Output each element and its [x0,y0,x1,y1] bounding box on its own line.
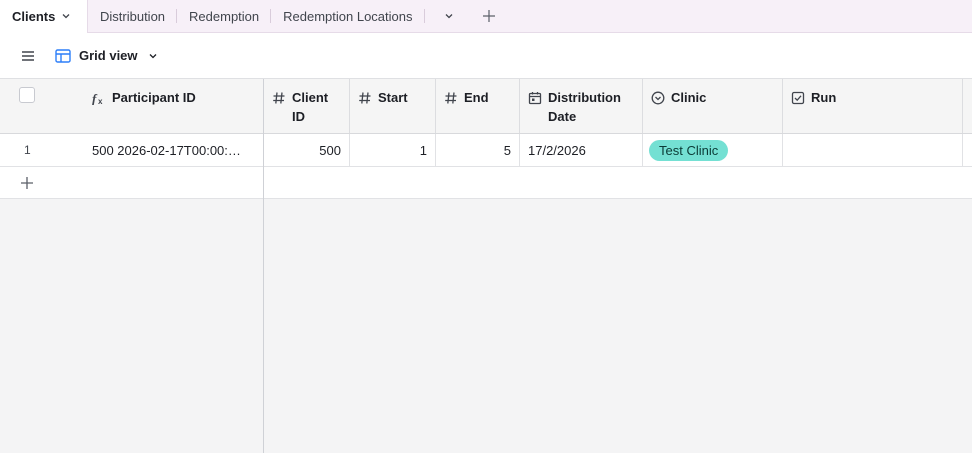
add-field-cell[interactable] [963,79,972,133]
tab-clients[interactable]: Clients [0,0,88,33]
more-tables-chevron-icon[interactable] [433,0,465,32]
clinic-tag: Test Clinic [649,139,729,161]
column-label: Client ID [292,90,329,124]
tab-redemption-locations[interactable]: Redemption Locations [271,0,425,32]
cell-clinic[interactable]: Test Clinic [643,134,783,166]
cell-client-id[interactable]: 500 [264,134,350,166]
chevron-down-icon [148,51,158,61]
column-label: Participant ID [112,90,196,105]
number-icon [358,91,372,105]
cell-value: 5 [503,142,511,158]
view-name: Grid view [79,48,138,63]
table-row[interactable]: 1 500 2026-02-17T00:00:… 500 1 5 17/2/20… [0,134,972,167]
column-header-distribution-date[interactable]: Distribution Date [520,79,643,133]
cell-value: 17/2/2026 [528,142,586,158]
column-header-client-id[interactable]: Client ID [264,79,350,133]
row-number: 1 [24,143,31,157]
cell-value: 500 [319,142,341,158]
records-grid: fx Participant ID Client ID Start End Di… [0,78,972,453]
tab-label: Redemption Locations [283,8,413,24]
frozen-column-divider[interactable] [263,79,264,453]
select-all-checkbox[interactable] [19,87,35,103]
svg-text:x: x [98,97,103,105]
chevron-down-icon[interactable] [61,9,71,24]
calendar-icon [528,91,542,105]
add-record-row [0,167,972,199]
column-label: Distribution Date [548,90,621,124]
table-tab-bar: Clients Distribution Redemption Redempti… [0,0,972,33]
tab-distribution[interactable]: Distribution [88,0,178,32]
cell-distribution-date[interactable]: 17/2/2026 [520,134,643,166]
row-number-cell: 1 [0,134,84,166]
column-header-participant-id[interactable]: fx Participant ID [84,79,264,133]
select-all-cell [0,79,84,133]
cell-value: 500 2026-02-17T00:00:… [92,142,241,158]
formula-icon: fx [92,91,106,105]
column-header-run[interactable]: Run [783,79,963,133]
tab-label: Distribution [100,8,166,24]
cell-run[interactable] [783,134,963,166]
add-table-plus-icon[interactable] [473,0,505,32]
grid-view-icon [55,48,71,63]
view-switcher-button[interactable]: Grid view [55,48,158,63]
tab-redemption[interactable]: Redemption [177,0,272,32]
cell-participant-id[interactable]: 500 2026-02-17T00:00:… [84,134,264,166]
column-label: Run [811,90,837,105]
cell-end[interactable]: 5 [436,134,520,166]
add-record-plus-icon[interactable] [19,175,35,191]
column-label: End [464,90,489,105]
tab-label: Redemption [189,8,260,24]
checkbox-icon [791,91,805,105]
single-select-icon [651,91,665,105]
grid-header-row: fx Participant ID Client ID Start End Di… [0,79,972,134]
view-toolbar: Grid view [0,33,972,78]
tab-label: Clients [12,9,56,24]
column-label: Start [378,90,408,105]
column-header-start[interactable]: Start [350,79,436,133]
number-icon [444,91,458,105]
column-header-clinic[interactable]: Clinic [643,79,783,133]
hamburger-menu-icon[interactable] [18,46,38,66]
column-label: Clinic [671,90,707,105]
number-icon [272,91,286,105]
cell-start[interactable]: 1 [350,134,436,166]
column-header-end[interactable]: End [436,79,520,133]
cell-value: 1 [419,142,427,158]
